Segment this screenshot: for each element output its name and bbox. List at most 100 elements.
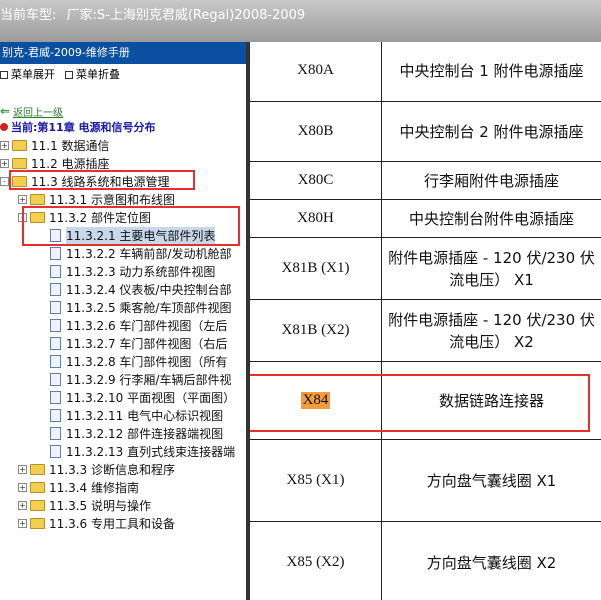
- tree-item-label: 11.3.1 示意图和布线图: [49, 192, 175, 207]
- tree-item-label: 11.3.2.12 部件连接器端视图: [66, 426, 224, 441]
- component-description: 中央控制台 2 附件电源插座: [399, 122, 584, 141]
- document-icon: [50, 444, 61, 458]
- connector-code-cell: X80B: [250, 102, 382, 161]
- manual-title: 别克-君威-2009-维修手册: [0, 42, 246, 64]
- tree-item[interactable]: 11.3.2.4 仪表板/中央控制台部: [0, 280, 246, 298]
- tree-item[interactable]: +11.3.5 说明与操作: [0, 496, 246, 514]
- navigation-panel: 别克-君威-2009-维修手册 菜单展开 菜单折叠 ⇐ 返回上一级 当前:第11…: [0, 42, 246, 600]
- component-description: 方向盘气囊线圈 X2: [426, 553, 557, 572]
- table-row: X81B (X1) 附件电源插座 - 120 伏/230 伏流电压） X1: [250, 238, 601, 300]
- tree-item-label: 11.3.2.9 行李厢/车辆后部件视: [66, 372, 232, 387]
- current-chapter: 当前:第11章 电源和信号分布: [0, 120, 246, 136]
- connector-code: X85 (X1): [286, 472, 345, 488]
- tree-item-label: 11.3.2.8 车门部件视图（所有: [66, 354, 228, 369]
- tree-item[interactable]: 11.3.2.13 直列式线束连接器端: [0, 442, 246, 460]
- tree-item-label: 11.3.2.6 车门部件视图（左后: [66, 318, 228, 333]
- document-icon: [50, 426, 61, 440]
- tree-item[interactable]: 11.3.2.11 电气中心标识视图: [0, 406, 246, 424]
- expand-node-icon[interactable]: +: [18, 464, 27, 474]
- component-description: 中央控制台附件电源插座: [408, 209, 574, 228]
- tree-item[interactable]: 11.3.2.5 乘客舱/车顶部件视图: [0, 298, 246, 316]
- current-chapter-icon: [0, 123, 8, 131]
- document-icon: [50, 354, 61, 368]
- table-row: X80A 中央控制台 1 附件电源插座: [250, 42, 601, 102]
- back-link[interactable]: ⇐ 返回上一级: [0, 102, 246, 120]
- highlight-box-x84: [250, 374, 590, 432]
- expand-node-icon[interactable]: +: [18, 500, 27, 510]
- expand-node-icon[interactable]: +: [0, 158, 9, 168]
- tree-item[interactable]: 11.3.2.6 车门部件视图（左后: [0, 316, 246, 334]
- tree-item[interactable]: +11.3.4 维修指南: [0, 478, 246, 496]
- chapter-tree: ⇐ 返回上一级 当前:第11章 电源和信号分布 +11.1 数据通信 +11.2 …: [0, 86, 246, 532]
- collapse-icon: [65, 71, 73, 79]
- tree-item[interactable]: 11.3.2.12 部件连接器端视图: [0, 424, 246, 442]
- folder-icon: [30, 499, 45, 511]
- tree-item-label: 11.3.2.3 动力系统部件视图: [66, 264, 216, 279]
- folder-icon: [30, 481, 45, 493]
- folder-icon: [12, 157, 27, 169]
- table-row: X80B 中央控制台 2 附件电源插座: [250, 102, 601, 162]
- connector-code: X81B (X1): [281, 260, 350, 276]
- connector-code-cell: X80A: [250, 42, 382, 101]
- document-icon: [50, 318, 61, 332]
- connector-code: X80A: [297, 62, 334, 78]
- tree-item[interactable]: 11.3.2.3 动力系统部件视图: [0, 262, 246, 280]
- document-icon: [50, 390, 61, 404]
- tree-item[interactable]: 11.3.2.9 行李厢/车辆后部件视: [0, 370, 246, 388]
- expand-node-icon[interactable]: +: [18, 482, 27, 492]
- table-row: X81B (X2) 附件电源插座 - 120 伏/230 伏流电压） X2: [250, 300, 601, 362]
- document-icon: [50, 408, 61, 422]
- component-table: X80A 中央控制台 1 附件电源插座 X80B 中央控制台 2 附件电源插座 X80C…: [250, 42, 601, 600]
- tree-item-label: 11.3.2.4 仪表板/中央控制台部: [66, 282, 232, 297]
- component-description: 附件电源插座 - 120 伏/230 伏流电压） X1: [388, 248, 595, 289]
- expand-node-icon[interactable]: +: [18, 194, 27, 204]
- component-description: 中央控制台 1 附件电源插座: [399, 61, 584, 80]
- table-row: X85 (X2) 方向盘气囊线圈 X2: [250, 522, 601, 600]
- highlight-box-11-3: [9, 170, 195, 190]
- component-description: 方向盘气囊线圈 X1: [426, 471, 557, 490]
- menu-toolbar: 菜单展开 菜单折叠: [0, 64, 246, 86]
- document-icon: [50, 372, 61, 386]
- vehicle-value: 厂家:S-上海别克君威(Regal)2008-2009: [66, 8, 306, 23]
- tree-item[interactable]: 11.3.2.8 车门部件视图（所有: [0, 352, 246, 370]
- connector-code-cell: X85 (X2): [250, 522, 382, 600]
- connector-code-cell: X81B (X1): [250, 238, 382, 299]
- tree-item-label: 11.3.2.11 电气中心标识视图: [66, 408, 224, 423]
- tree-item[interactable]: +11.3.6 专用工具和设备: [0, 514, 246, 532]
- tree-item-label: 11.3.5 说明与操作: [49, 498, 151, 513]
- document-icon: [50, 264, 61, 278]
- tree-item-label: 11.3.2.10 平面视图（平面图）: [66, 390, 236, 405]
- connector-code: X80H: [297, 210, 334, 226]
- table-row: X85 (X1) 方向盘气囊线圈 X1: [250, 440, 601, 522]
- connector-code-cell: X85 (X1): [250, 440, 382, 521]
- folder-icon: [30, 517, 45, 529]
- tree-item-label: 11.3.2.7 车门部件视图（右后: [66, 336, 228, 351]
- tree-item[interactable]: 11.3.2.2 车辆前部/发动机舱部: [0, 244, 246, 262]
- folder-icon: [30, 193, 45, 205]
- tree-item[interactable]: 11.3.2.7 车门部件视图（右后: [0, 334, 246, 352]
- tree-item-label: 11.3.4 维修指南: [49, 480, 139, 495]
- tree-item-label: 11.3.2.13 直列式线束连接器端: [66, 444, 236, 459]
- tree-item[interactable]: +11.1 数据通信: [0, 136, 246, 154]
- folder-icon: [30, 463, 45, 475]
- component-description: 附件电源插座 - 120 伏/230 伏流电压） X2: [388, 310, 595, 351]
- expand-menu-button[interactable]: 菜单展开: [0, 64, 55, 86]
- back-arrow-icon: ⇐: [0, 104, 11, 118]
- collapse-node-icon[interactable]: -: [0, 176, 9, 186]
- connector-code: X80C: [297, 172, 334, 188]
- tree-item[interactable]: +11.3.3 诊断信息和程序: [0, 460, 246, 478]
- connector-code-cell: X81B (X2): [250, 300, 382, 361]
- folder-icon: [12, 139, 27, 151]
- connector-code-cell: X80H: [250, 200, 382, 237]
- table-row: X80H 中央控制台附件电源插座: [250, 200, 601, 238]
- connector-code-cell: X80C: [250, 162, 382, 199]
- connector-code: X80B: [297, 123, 334, 139]
- tree-item-label: 11.3.2.5 乘客舱/车顶部件视图: [66, 300, 232, 315]
- expand-node-icon[interactable]: +: [18, 518, 27, 528]
- expand-node-icon[interactable]: +: [0, 140, 9, 150]
- highlight-box-11-3-2: [22, 206, 240, 246]
- title-bar: 当前车型: 厂家:S-上海别克君威(Regal)2008-2009: [0, 0, 601, 42]
- document-icon: [50, 300, 61, 314]
- tree-item[interactable]: 11.3.2.10 平面视图（平面图）: [0, 388, 246, 406]
- collapse-menu-button[interactable]: 菜单折叠: [65, 64, 120, 86]
